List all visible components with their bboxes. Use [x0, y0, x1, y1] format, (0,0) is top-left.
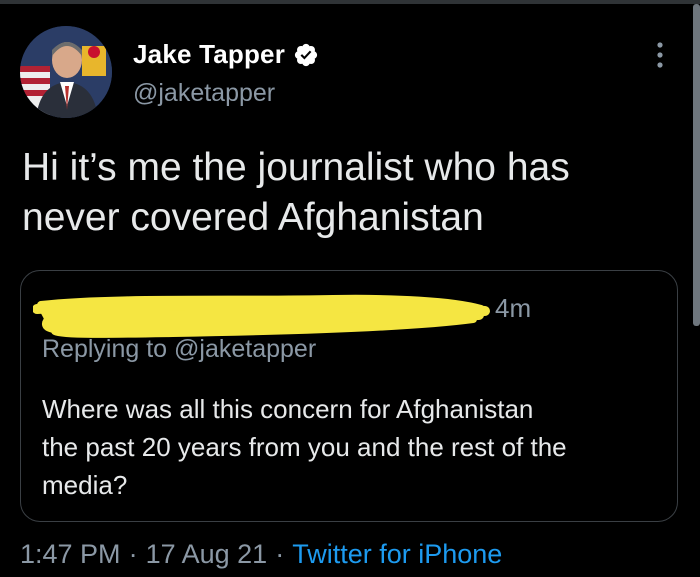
replying-to-label: Replying to @jaketapper — [42, 335, 317, 363]
author-name-row[interactable]: Jake Tapper — [133, 39, 319, 70]
redaction-scribble — [33, 294, 490, 338]
quoted-tweet-card[interactable]: 4m Replying to @jaketapper Where was all… — [20, 270, 678, 522]
tweet-text: Hi it’s me the journalist who has never … — [22, 146, 570, 239]
tweet-date[interactable]: 17 Aug 21 — [146, 539, 268, 569]
tweet-time[interactable]: 1:47 PM — [20, 539, 121, 569]
quoted-tweet-time[interactable]: 4m — [495, 293, 531, 324]
more-options-icon[interactable] — [650, 40, 670, 70]
author-handle[interactable]: @jaketapper — [133, 79, 275, 108]
avatar-image — [20, 26, 112, 118]
meta-separator: · — [275, 539, 285, 569]
tweet-meta-row: 1:47 PM · 17 Aug 21 · Twitter for iPhone — [20, 539, 502, 570]
meta-separator: · — [128, 539, 138, 569]
verified-badge-icon — [294, 43, 318, 66]
avatar[interactable] — [20, 26, 112, 118]
author-display-name[interactable]: Jake Tapper — [133, 39, 285, 70]
tweet-detail-view: Jake Tapper @jaketapper Hi it’s me the j… — [0, 0, 700, 577]
top-divider — [0, 0, 700, 4]
tweet-source-link[interactable]: Twitter for iPhone — [292, 539, 502, 569]
quoted-tweet-text: Where was all this concern for Afghanist… — [42, 394, 567, 500]
scrollbar[interactable] — [693, 4, 700, 326]
